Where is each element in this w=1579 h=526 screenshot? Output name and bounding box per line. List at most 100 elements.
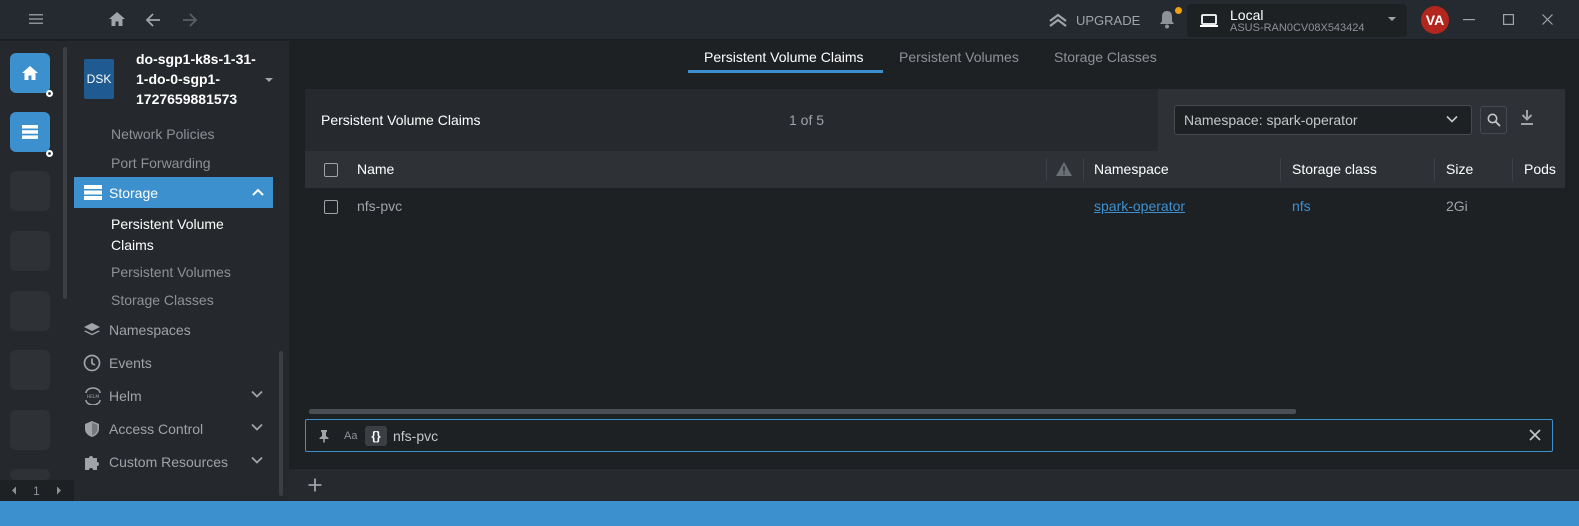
search-button[interactable] — [1480, 106, 1507, 134]
minimize-icon[interactable] — [1463, 19, 1475, 21]
sidebar-item-port-forwarding[interactable]: Port Forwarding — [111, 155, 211, 171]
search-bar[interactable]: Aa {} nfs-pvc — [305, 419, 1553, 452]
chevron-down-icon — [1446, 115, 1458, 123]
dock-bar — [289, 468, 1579, 501]
warning-icon — [1055, 161, 1073, 177]
forward-arrow-icon[interactable] — [182, 12, 198, 28]
cell-storage-class-link[interactable]: nfs — [1292, 198, 1311, 214]
sidebar-item-label: Storage — [109, 185, 159, 201]
hotbar-empty-slot[interactable] — [10, 291, 50, 331]
regex-toggle[interactable]: {} — [365, 426, 387, 446]
pin-icon[interactable] — [318, 429, 330, 443]
column-divider — [1046, 158, 1047, 181]
cluster-selector[interactable]: Local ASUS-RAN0CV08X543424 — [1187, 4, 1407, 37]
caret-down-icon — [1387, 15, 1397, 23]
column-header-pods[interactable]: Pods — [1524, 161, 1565, 177]
select-all-checkbox[interactable] — [324, 163, 338, 177]
home-icon[interactable] — [108, 11, 126, 27]
column-divider — [1280, 158, 1281, 181]
row-checkbox[interactable] — [324, 200, 338, 214]
sidebar-scrollbar[interactable] — [279, 351, 283, 496]
cluster-list-icon — [22, 125, 38, 139]
sidebar-item-storage[interactable]: Storage — [74, 177, 273, 208]
menu-icon[interactable] — [29, 13, 43, 25]
chevron-down-icon — [251, 390, 263, 398]
sidebar-item-storage-classes[interactable]: Storage Classes — [111, 292, 214, 308]
tab-persistent-volume-claims[interactable]: Persistent Volume Claims — [704, 49, 864, 65]
helm-icon: HELM — [83, 387, 103, 405]
storage-icon — [84, 185, 102, 200]
sidebar-item-label: Access Control — [109, 421, 204, 437]
download-icon[interactable] — [1520, 109, 1534, 127]
hotbar-cluster-item[interactable] — [10, 112, 50, 152]
caret-right-icon[interactable] — [56, 486, 62, 495]
search-input[interactable]: nfs-pvc — [393, 428, 438, 444]
tab-persistent-volumes[interactable]: Persistent Volumes — [899, 49, 1019, 65]
caret-down-icon[interactable] — [264, 76, 274, 84]
hotbar-empty-slot[interactable] — [10, 350, 50, 390]
hotbar-empty-slot[interactable] — [10, 231, 50, 271]
sidebar-item-namespaces[interactable]: Namespaces — [74, 315, 273, 345]
chevron-down-icon — [251, 456, 263, 464]
column-header-namespace[interactable]: Namespace — [1094, 161, 1169, 177]
avatar[interactable]: VA — [1421, 6, 1449, 34]
upgrade-label: UPGRADE — [1076, 12, 1141, 28]
match-case-toggle[interactable]: Aa — [344, 430, 357, 442]
tab-storage-classes[interactable]: Storage Classes — [1054, 49, 1157, 65]
sidebar-item-events[interactable]: Events — [74, 348, 273, 378]
sidebar-item-label: Custom Resources — [109, 454, 229, 470]
cluster-header[interactable]: DSK do-sgp1-k8s-1-31-1-do-0-sgp1-1727659… — [74, 41, 289, 121]
hotbar-empty-slot[interactable] — [10, 410, 50, 450]
namespace-select-value: Namespace: spark-operator — [1184, 112, 1358, 128]
sidebar-item-access-control[interactable]: Access Control — [74, 414, 273, 444]
notification-dot — [1175, 7, 1182, 14]
caret-left-icon[interactable] — [11, 486, 17, 495]
column-header-name[interactable]: Name — [357, 161, 394, 177]
sidebar-item-network-policies[interactable]: Network Policies — [111, 126, 214, 142]
hotbar: 1 — [0, 41, 74, 501]
sidebar-item-persistent-volume-claims[interactable]: Persistent Volume Claims — [111, 214, 251, 256]
cell-size: 2Gi — [1446, 198, 1468, 214]
bell-icon[interactable] — [1158, 9, 1176, 29]
close-window-icon[interactable] — [1542, 14, 1553, 25]
upgrade-button[interactable]: UPGRADE — [1048, 10, 1140, 30]
maximize-icon[interactable] — [1503, 14, 1514, 25]
column-divider — [1083, 158, 1084, 181]
plus-icon[interactable] — [308, 478, 322, 492]
cluster-badge: DSK — [84, 59, 114, 99]
resource-panel: Persistent Volume Claims 1 of 5 Namespac… — [305, 89, 1565, 419]
panel-header: Persistent Volume Claims 1 of 5 Namespac… — [305, 89, 1565, 151]
sidebar: DSK do-sgp1-k8s-1-31-1-do-0-sgp1-1727659… — [74, 41, 289, 501]
hotbar-page-number: 1 — [33, 484, 40, 498]
hotbar-empty-slot[interactable] — [10, 171, 50, 211]
hotbar-pager: 1 — [0, 480, 74, 501]
laptop-icon — [1199, 13, 1219, 29]
panel-controls: Namespace: spark-operator — [1158, 89, 1565, 151]
cell-namespace-link[interactable]: spark-operator — [1094, 198, 1185, 214]
main-content: Persistent Volume Claims Persistent Volu… — [289, 41, 1579, 501]
svg-text:HELM: HELM — [87, 394, 100, 400]
table-row[interactable]: nfs-pvc spark-operator nfs 2Gi — [305, 188, 1565, 225]
layers-icon — [83, 321, 101, 339]
item-count: 1 of 5 — [789, 112, 825, 128]
shield-icon — [83, 420, 101, 438]
hotbar-home-item[interactable] — [10, 53, 50, 93]
horizontal-scrollbar[interactable] — [309, 409, 1296, 414]
cluster-title: do-sgp1-k8s-1-31-1-do-0-sgp1-17276598815… — [136, 51, 256, 107]
close-icon[interactable] — [1529, 429, 1541, 441]
search-icon — [1487, 113, 1501, 127]
sidebar-item-persistent-volumes[interactable]: Persistent Volumes — [111, 264, 231, 280]
sidebar-item-helm[interactable]: HELM Helm — [74, 381, 273, 411]
active-tab-indicator — [688, 70, 883, 73]
hotbar-empty-slot[interactable] — [10, 469, 50, 480]
back-arrow-icon[interactable] — [145, 12, 161, 28]
table-header: Name Namespace Storage class Size Pods — [305, 151, 1565, 188]
column-header-storage-class[interactable]: Storage class — [1292, 161, 1377, 177]
column-header-size[interactable]: Size — [1446, 161, 1473, 177]
namespace-select[interactable]: Namespace: spark-operator — [1174, 105, 1472, 135]
title-bar: UPGRADE Local ASUS-RAN0CV08X543424 VA — [0, 0, 1579, 40]
hotbar-scrollbar[interactable] — [63, 47, 67, 299]
tab-bar: Persistent Volume Claims Persistent Volu… — [289, 41, 1579, 73]
sidebar-item-custom-resources[interactable]: Custom Resources — [74, 447, 273, 477]
chevron-up-icon — [252, 188, 264, 196]
